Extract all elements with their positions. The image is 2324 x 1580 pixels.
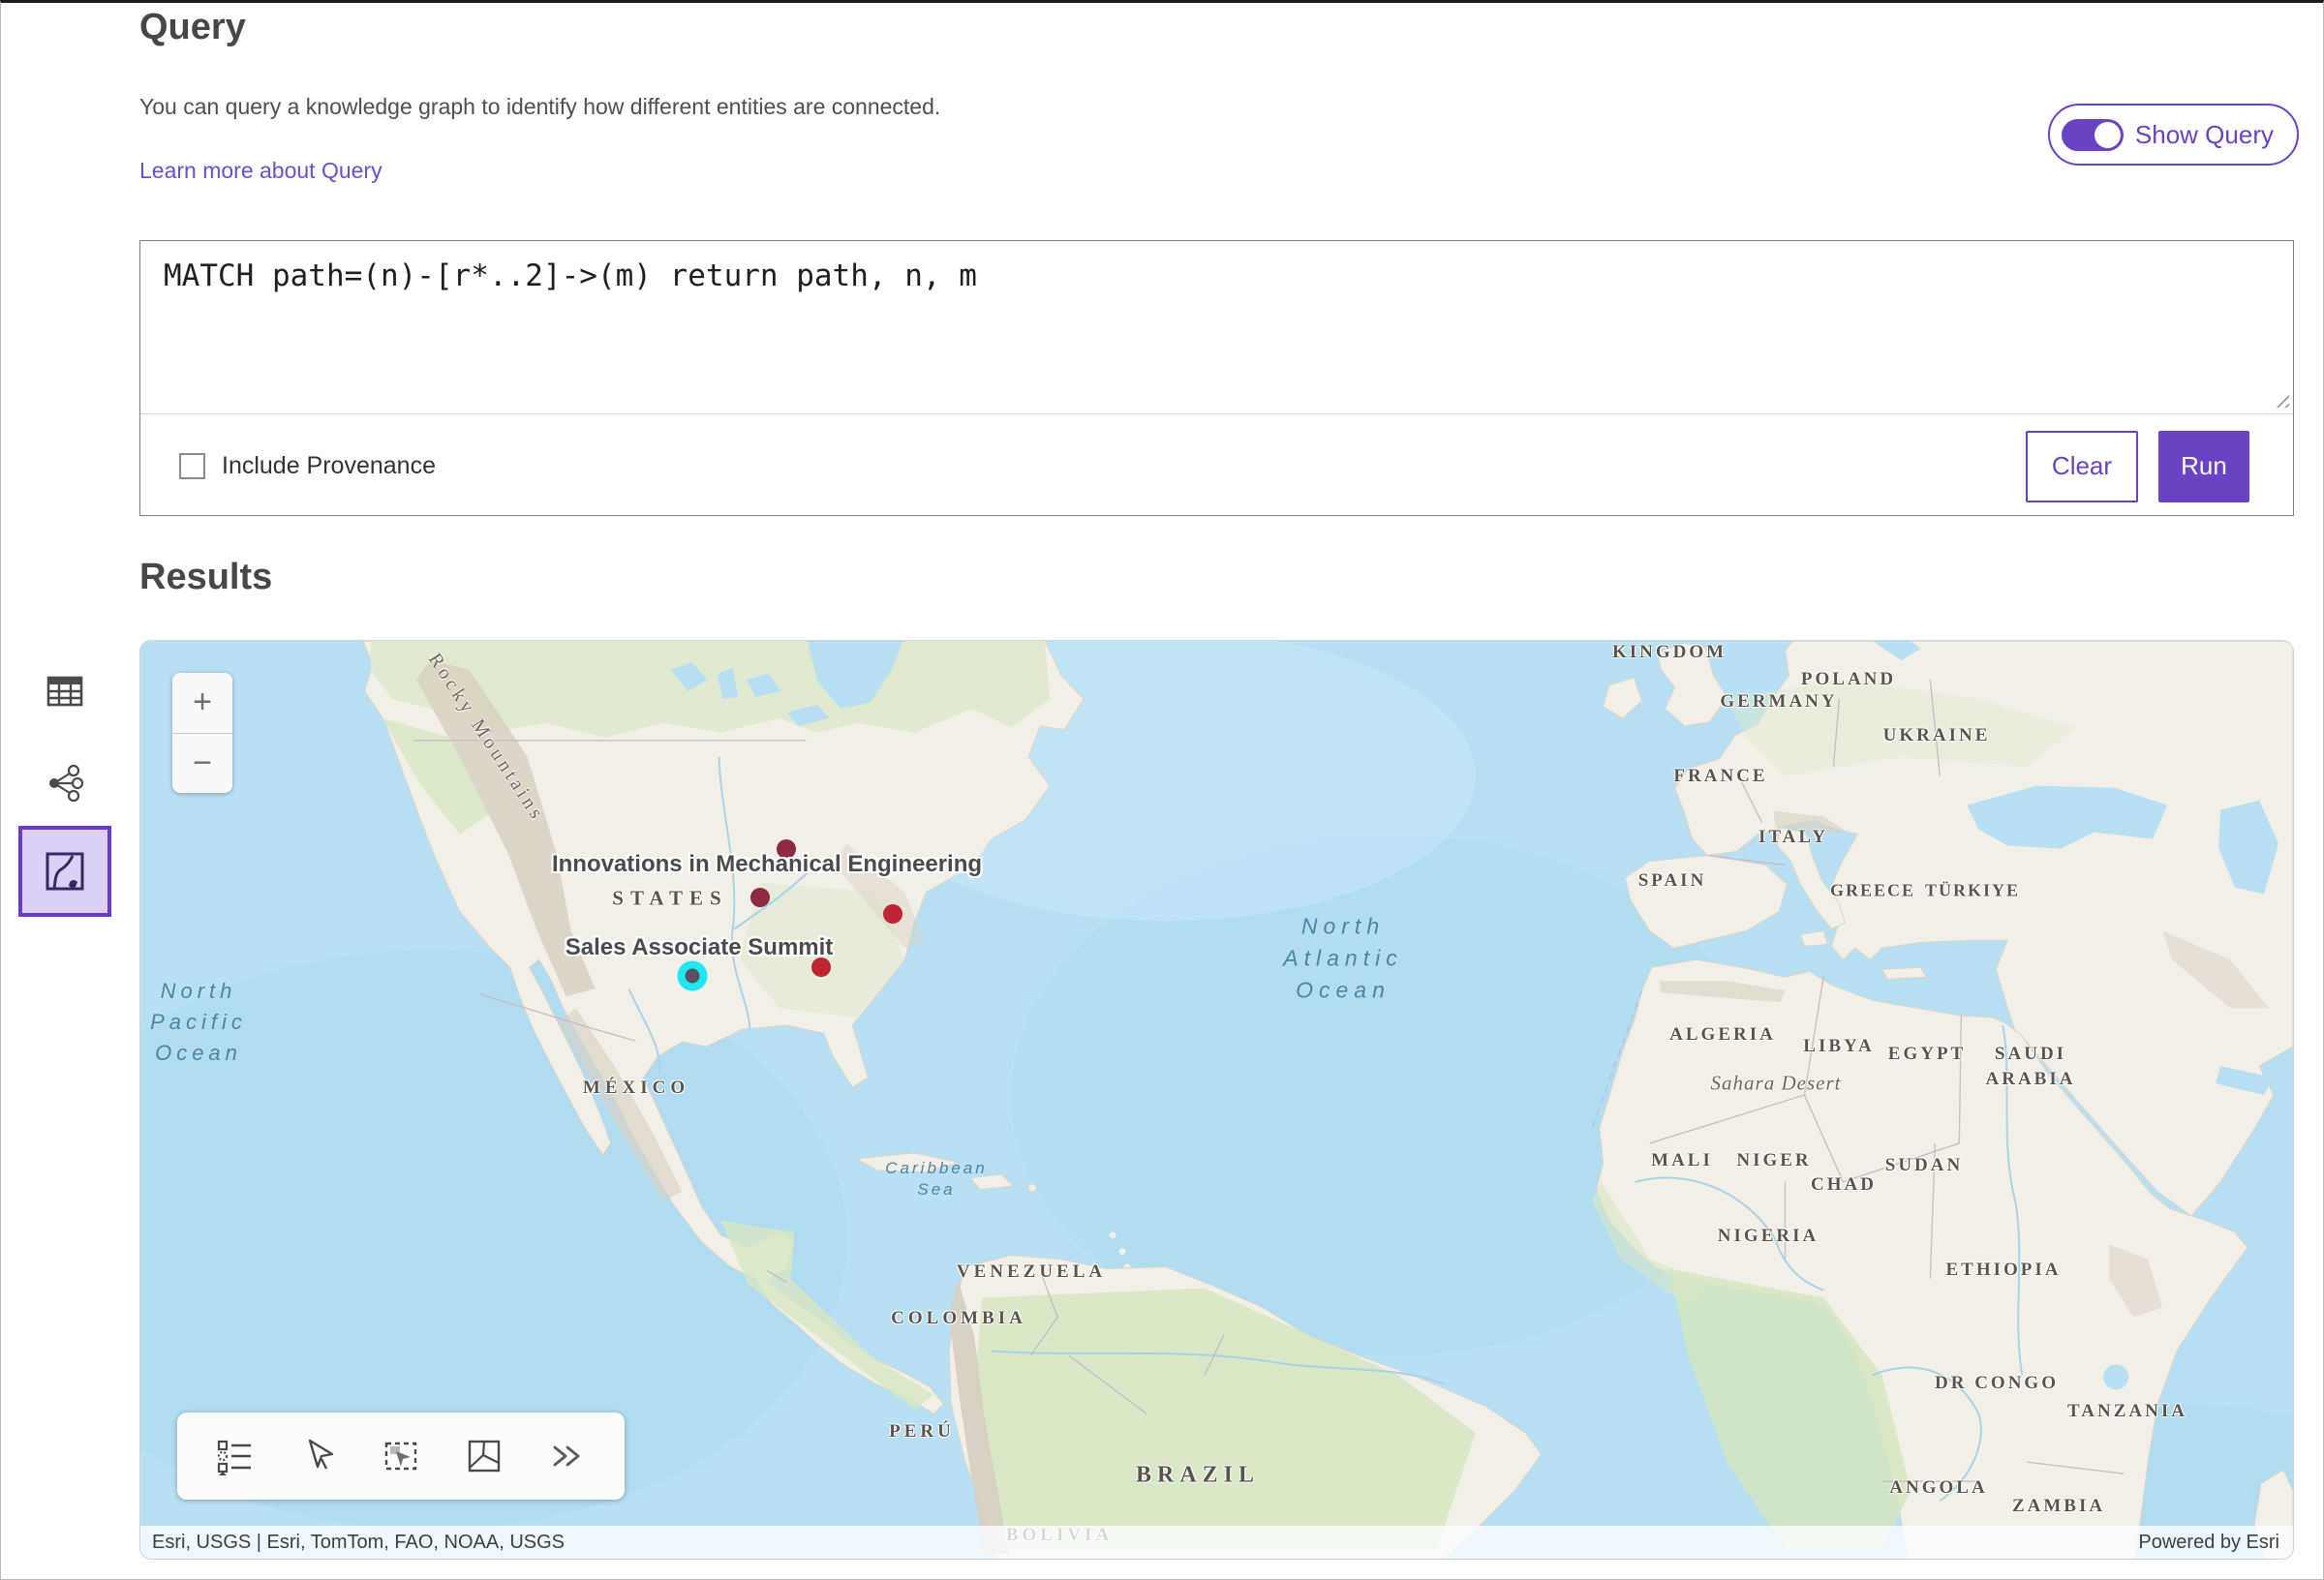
map-view-button-selected[interactable]: [18, 826, 111, 917]
show-query-toggle[interactable]: Show Query: [2048, 104, 2299, 166]
attribution-sources: Esri, USGS | Esri, TomTom, FAO, NOAA, US…: [152, 1532, 565, 1554]
zoom-out-button[interactable]: −: [172, 734, 232, 794]
result-marker[interactable]: [750, 888, 770, 907]
learn-more-link[interactable]: Learn more about Query: [139, 158, 382, 184]
select-rectangle-tool-button[interactable]: [380, 1435, 422, 1477]
include-provenance-label: Include Provenance: [222, 452, 436, 480]
show-query-toggle-label: Show Query: [2135, 120, 2274, 150]
result-marker[interactable]: [811, 957, 831, 977]
map-attribution: Esri, USGS | Esri, TomTom, FAO, NOAA, US…: [140, 1526, 2293, 1559]
clear-button[interactable]: Clear: [2026, 431, 2138, 502]
table-view-button[interactable]: [46, 672, 84, 711]
legend-icon: [214, 1436, 255, 1476]
query-textarea[interactable]: MATCH path=(n)-[r*..2]->(m) return path,…: [140, 241, 2293, 414]
zoom-in-button[interactable]: +: [172, 673, 232, 733]
attribution-powered-by: Powered by Esri: [2138, 1532, 2279, 1554]
cursor-icon: [297, 1436, 338, 1476]
graph-view-button[interactable]: [46, 764, 84, 803]
query-panel-footer: Include Provenance Clear Run: [140, 415, 2293, 517]
table-icon: [46, 672, 84, 711]
select-polygon-icon: [464, 1436, 505, 1476]
map-toolbar: [177, 1413, 625, 1500]
include-provenance-checkbox[interactable]: [179, 453, 205, 479]
toggle-switch-icon[interactable]: [2062, 119, 2124, 151]
query-page: Query You can query a knowledge graph to…: [0, 0, 2324, 1580]
map-zoom-control: + −: [172, 673, 232, 793]
page-title: Query: [139, 7, 246, 48]
select-rectangle-icon: [381, 1436, 421, 1476]
run-button[interactable]: Run: [2158, 431, 2249, 502]
result-marker[interactable]: [777, 839, 796, 859]
map-icon: [43, 849, 87, 894]
pointer-tool-button[interactable]: [296, 1435, 339, 1477]
results-title: Results: [139, 557, 272, 598]
result-marker[interactable]: [883, 904, 902, 924]
query-panel: MATCH path=(n)-[r*..2]->(m) return path,…: [139, 240, 2294, 516]
result-marker-selected[interactable]: [678, 961, 708, 991]
results-map[interactable]: Innovations in Mechanical EngineeringSal…: [139, 640, 2294, 1560]
toolbar-expand-button[interactable]: [546, 1435, 589, 1477]
select-polygon-tool-button[interactable]: [463, 1435, 505, 1477]
double-chevron-right-icon: [547, 1436, 588, 1476]
legend-button[interactable]: [213, 1435, 256, 1477]
page-description: You can query a knowledge graph to ident…: [139, 94, 940, 120]
link-chart-icon: [46, 764, 84, 803]
